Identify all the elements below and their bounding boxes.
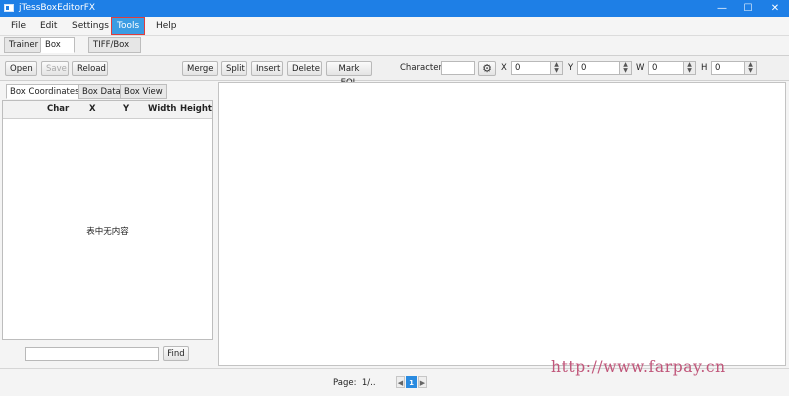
menu-edit[interactable]: Edit (35, 18, 62, 34)
w-spinner[interactable]: ▲ ▼ (684, 61, 696, 75)
column-height[interactable]: Height (180, 104, 212, 114)
save-button[interactable]: Save (41, 61, 69, 76)
w-field[interactable]: 0 (648, 61, 684, 75)
x-spinner[interactable]: ▲ ▼ (551, 61, 563, 75)
y-field[interactable]: 0 (577, 61, 620, 75)
find-input[interactable] (25, 347, 159, 361)
column-x[interactable]: X (89, 104, 96, 114)
tab-box-coordinates[interactable]: Box Coordinates (6, 84, 84, 99)
x-field[interactable]: 0 (511, 61, 551, 75)
menu-file[interactable]: File (6, 18, 31, 34)
y-label: Y (568, 63, 574, 73)
find-button[interactable]: Find (163, 346, 189, 361)
open-button[interactable]: Open (5, 61, 37, 76)
app-icon (4, 4, 14, 12)
h-field[interactable]: 0 (711, 61, 745, 75)
mark-eol-button[interactable]: Mark EOL (326, 61, 372, 88)
tab-tiff-box-generator[interactable]: TIFF/Box Generator (88, 37, 142, 65)
menu-bar: File Edit Settings Tools Help (0, 17, 789, 36)
insert-button[interactable]: Insert (251, 61, 283, 76)
maximize-button[interactable]: ☐ (735, 0, 761, 17)
empty-table-message: 表中无内容 (86, 227, 129, 237)
y-spinner[interactable]: ▲ ▼ (620, 61, 632, 75)
tab-trainer[interactable]: Trainer (4, 37, 44, 53)
column-char[interactable]: Char (47, 104, 69, 114)
character-field[interactable] (441, 61, 475, 75)
reload-button[interactable]: Reload (72, 61, 108, 76)
menu-tools[interactable]: Tools (110, 17, 146, 35)
page-indicator: Page: 1/.. (333, 378, 376, 388)
column-y[interactable]: Y (123, 104, 129, 114)
h-label: H (701, 63, 708, 73)
delete-button[interactable]: Delete (287, 61, 322, 76)
image-canvas[interactable] (218, 82, 786, 366)
minimize-button[interactable]: — (709, 0, 735, 17)
tab-box-editor[interactable]: Box Editor (40, 37, 76, 65)
split-button[interactable]: Split (221, 61, 247, 76)
page-label: Page: (333, 378, 357, 388)
table-header: Char X Y Width Height (3, 101, 212, 119)
column-width[interactable]: Width (148, 104, 177, 114)
page-value: 1/.. (361, 378, 376, 388)
prev-page-button[interactable]: ◀ (396, 376, 405, 388)
merge-button[interactable]: Merge (182, 61, 218, 76)
menu-help[interactable]: Help (151, 18, 182, 34)
box-table[interactable]: Char X Y Width Height 表中无内容 (2, 100, 213, 340)
current-page-button[interactable]: 1 (406, 376, 417, 388)
tab-box-data[interactable]: Box Data (78, 84, 125, 99)
watermark-text: http://www.farpay.cn (551, 358, 726, 376)
close-button[interactable]: ✕ (762, 0, 788, 17)
x-label: X (501, 63, 507, 73)
gear-icon[interactable]: ⚙ (478, 61, 496, 76)
next-page-button[interactable]: ▶ (418, 376, 427, 388)
toolbar: Open Save Reload Merge Split Insert Dele… (0, 55, 789, 88)
window-title: jTessBoxEditorFX (19, 3, 96, 13)
h-spinner[interactable]: ▲ ▼ (745, 61, 757, 75)
tab-box-view[interactable]: Box View (120, 84, 167, 99)
title-bar: jTessBoxEditorFX — ☐ ✕ (0, 0, 789, 17)
character-label: Character (400, 63, 442, 73)
w-label: W (636, 63, 645, 73)
menu-settings[interactable]: Settings (67, 18, 114, 34)
